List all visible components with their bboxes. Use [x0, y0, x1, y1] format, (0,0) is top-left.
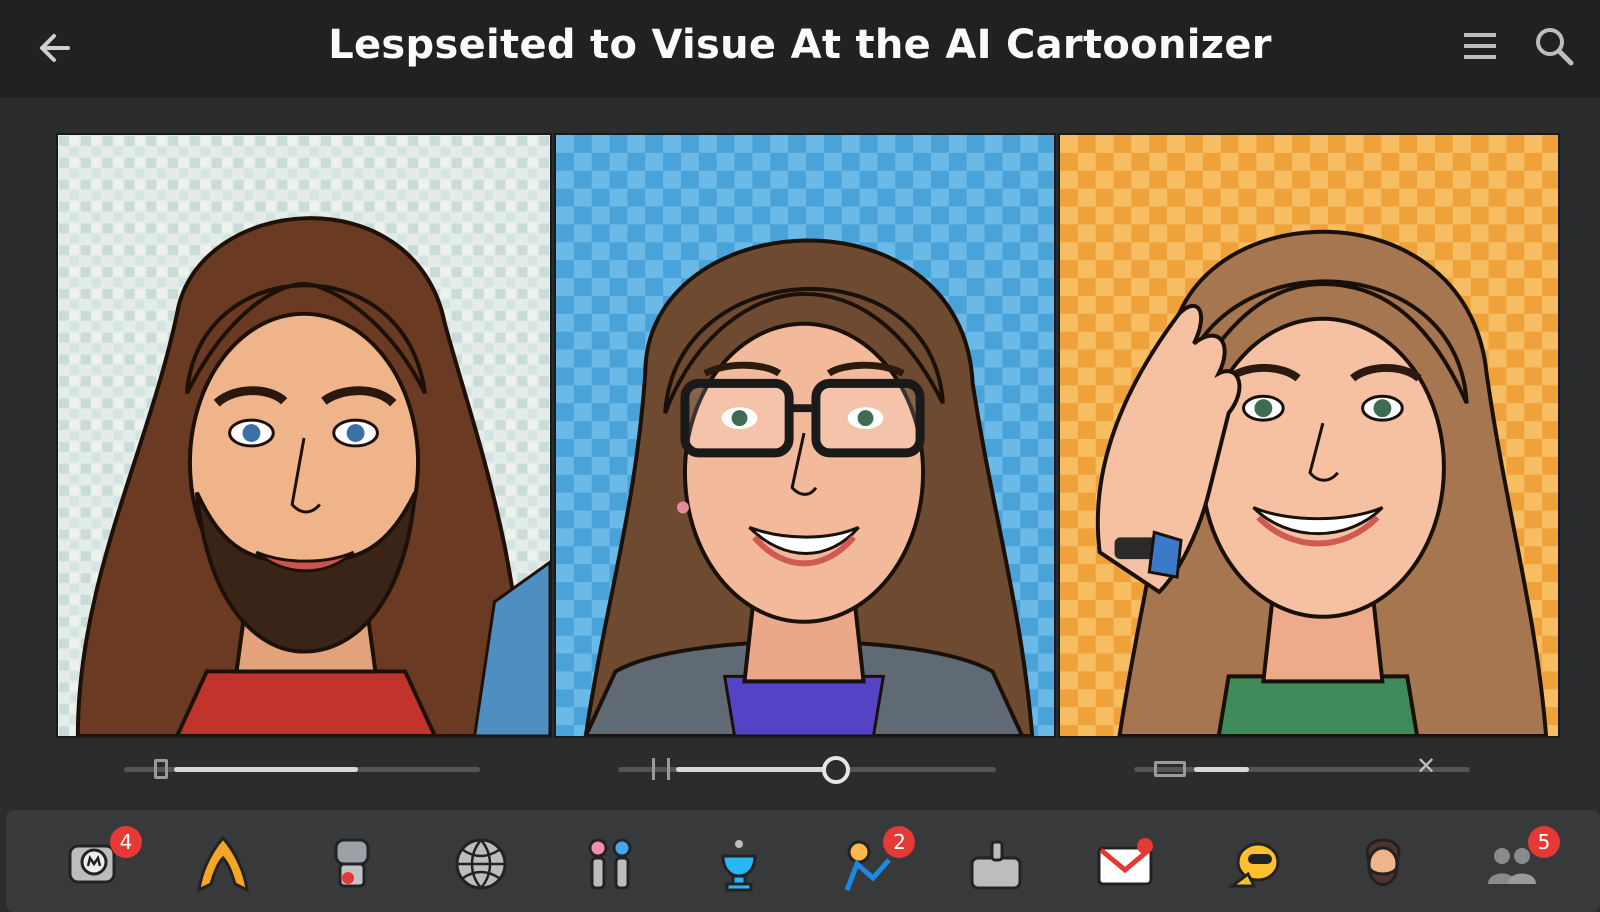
hamburger-menu-icon — [1464, 33, 1496, 59]
thumbs-up-icon — [966, 834, 1026, 898]
cartoon-portrait-woman-hand[interactable] — [1058, 133, 1560, 738]
close-icon[interactable]: ✕ — [1416, 752, 1436, 780]
figures-icon — [580, 834, 640, 898]
dock-item-chat-app[interactable]: 4 — [58, 826, 142, 902]
portrait-image — [58, 135, 550, 736]
cartoon-portrait-woman-glasses[interactable] — [554, 133, 1056, 738]
globe-icon — [451, 834, 511, 898]
slider-2[interactable] — [618, 756, 996, 784]
slider-fill — [676, 767, 836, 772]
portrait-image — [556, 135, 1054, 736]
dock-item-robot-app[interactable] — [316, 830, 388, 902]
dock-item-trophy-app[interactable] — [703, 830, 775, 902]
portrait-image — [1060, 135, 1558, 736]
dock-item-people-app[interactable]: 5 — [1476, 826, 1560, 902]
slider-fill — [1194, 767, 1250, 772]
notification-badge: 2 — [883, 826, 916, 858]
dock-item-avatar-app[interactable] — [1347, 830, 1419, 902]
search-button[interactable] — [1530, 22, 1578, 70]
trophy-icon — [709, 834, 769, 898]
dock-item-globe-app[interactable] — [445, 830, 517, 902]
slider-1[interactable] — [124, 756, 480, 782]
slider-knob[interactable] — [822, 756, 850, 784]
mascot-icon — [1224, 834, 1284, 898]
slider-3[interactable]: ✕ — [1134, 752, 1470, 782]
dock-item-thumbs-app[interactable] — [960, 830, 1032, 902]
robot-icon — [322, 834, 382, 898]
app-dock: 4 2 5 — [6, 810, 1600, 912]
bearded-avatar-icon — [1353, 834, 1413, 898]
dock-item-mail-app[interactable] — [1089, 830, 1161, 902]
search-icon — [1536, 28, 1574, 66]
page-title: Lespseited to Visue At the AI Cartoonize… — [328, 22, 1272, 68]
dock-item-character-app[interactable]: 2 — [831, 826, 916, 902]
dock-item-mascot-app[interactable] — [1218, 830, 1290, 902]
notification-badge: 5 — [1528, 826, 1560, 858]
slider-handle-icon — [652, 758, 670, 780]
notification-badge: 4 — [110, 826, 142, 858]
dock-item-figures-app[interactable] — [574, 830, 646, 902]
dock-item-arch-app[interactable] — [187, 830, 259, 902]
mail-icon — [1095, 834, 1155, 898]
top-bar: Lespseited to Visue At the AI Cartoonize… — [0, 0, 1600, 98]
slider-handle[interactable] — [154, 759, 168, 779]
arch-logo-icon — [193, 834, 253, 898]
slider-fill — [174, 767, 358, 772]
menu-button[interactable] — [1458, 24, 1502, 68]
slider-handle-icon — [1154, 761, 1186, 777]
cartoon-portrait-bearded-man[interactable] — [56, 133, 552, 738]
